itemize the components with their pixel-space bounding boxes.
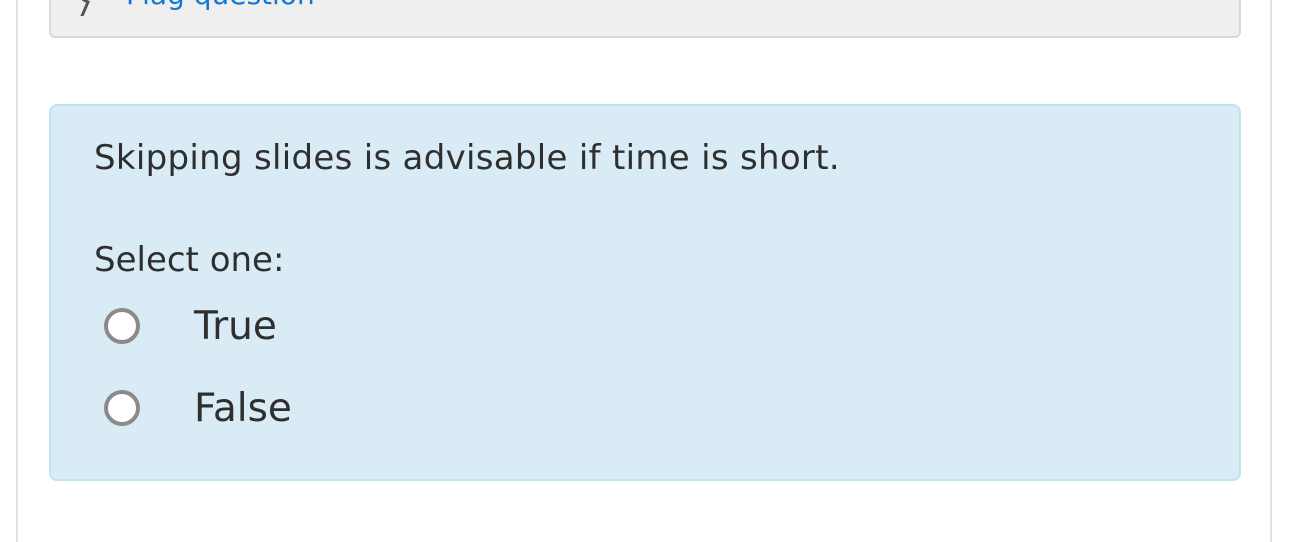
answer-option-true[interactable]: True [104,303,277,349]
radio-true[interactable] [104,308,140,344]
select-one-prompt: Select one: [94,240,285,280]
quiz-page: Flag question Skipping slides is advisab… [0,0,1290,542]
radio-false[interactable] [104,390,140,426]
answer-label-true[interactable]: True [194,304,277,349]
question-text: Skipping slides is advisable if time is … [94,138,840,178]
answer-option-false[interactable]: False [104,385,292,431]
flag-icon[interactable] [76,0,96,18]
answer-label-false[interactable]: False [194,386,292,431]
flag-question-link[interactable]: Flag question [126,0,315,11]
question-formulation: Skipping slides is advisable if time is … [49,104,1241,481]
